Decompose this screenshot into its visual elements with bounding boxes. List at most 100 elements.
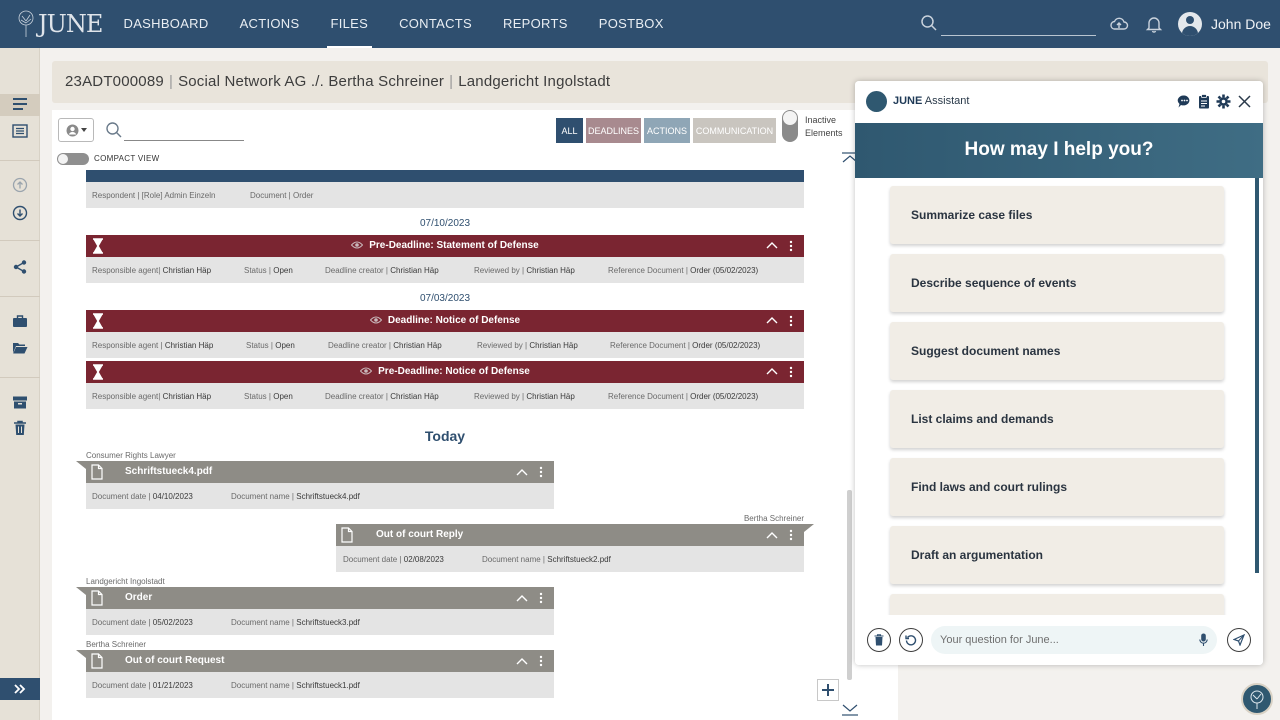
- separator: |: [168, 73, 174, 90]
- cloud-upload-icon[interactable]: [1109, 14, 1129, 34]
- logo-text: JUNE: [38, 10, 103, 38]
- timeline-scrollbar[interactable]: [847, 490, 852, 680]
- archive-box-icon[interactable]: [10, 392, 30, 412]
- more-vertical-icon[interactable]: [789, 315, 793, 327]
- nav-files[interactable]: FILES: [315, 0, 384, 48]
- suggestion-laws-rulings[interactable]: Find laws and court rulings: [890, 458, 1224, 516]
- global-search-input[interactable]: [941, 14, 1096, 34]
- meta-value: 01/21/2023: [152, 680, 193, 690]
- document-bar[interactable]: Schriftstueck4.pdf: [86, 461, 554, 483]
- eye-icon: [359, 367, 373, 375]
- document-author: Bertha Schreiner: [86, 640, 147, 649]
- assistant-title-text: Assistant: [924, 95, 970, 107]
- meta-label: Reference Document |: [610, 340, 690, 350]
- document-author: Bertha Schreiner: [743, 514, 804, 523]
- briefcase-icon[interactable]: [10, 311, 30, 331]
- clipboard-icon[interactable]: [1198, 94, 1210, 109]
- sidebar-expand-button[interactable]: [0, 678, 40, 700]
- case-court: Landgericht Ingolstadt: [458, 73, 611, 90]
- more-vertical-icon[interactable]: [539, 592, 543, 604]
- meta-value: Schriftstueck2.pdf: [547, 554, 611, 564]
- document-bar[interactable]: Out of court Reply: [336, 524, 804, 546]
- microphone-icon[interactable]: [1199, 633, 1208, 647]
- compact-view-label: COMPACT VIEW: [94, 154, 160, 163]
- menu-icon[interactable]: [10, 94, 30, 114]
- user-name[interactable]: John Doe: [1211, 16, 1271, 32]
- search-icon[interactable]: [920, 14, 938, 32]
- chevron-up-icon[interactable]: [516, 657, 528, 665]
- deadline-bar[interactable]: Deadline: Notice of Defense: [86, 310, 804, 332]
- list-view-icon[interactable]: [10, 121, 30, 141]
- document-bar[interactable]: Out of court Request: [86, 650, 554, 672]
- document-bar[interactable]: Order: [86, 587, 554, 609]
- add-item-button[interactable]: [817, 679, 839, 701]
- clear-chat-button[interactable]: [867, 628, 891, 652]
- more-vertical-icon[interactable]: [789, 529, 793, 541]
- nav-actions[interactable]: ACTIONS: [224, 0, 315, 48]
- meta-label: Reference Document |: [608, 391, 688, 401]
- action-bar-partial[interactable]: [86, 170, 804, 182]
- nav-contacts[interactable]: CONTACTS: [384, 0, 488, 48]
- deadline-bar[interactable]: Pre-Deadline: Notice of Defense: [86, 361, 804, 383]
- filter-deadlines-button[interactable]: DEADLINES: [586, 118, 641, 143]
- caret-down-icon: [80, 128, 87, 132]
- document-meta-row: Document date | 01/21/2023 Document name…: [86, 672, 554, 698]
- chevron-up-icon[interactable]: [516, 468, 528, 476]
- filter-communication-button[interactable]: COMMUNICATION: [693, 118, 776, 143]
- chevron-up-icon[interactable]: [766, 241, 778, 249]
- trash-icon: [874, 634, 884, 646]
- timeline-notch: [76, 650, 86, 658]
- share-icon[interactable]: [10, 257, 30, 277]
- meta-label: Responsible agent |: [92, 340, 163, 350]
- sidebar-divider: [0, 377, 40, 378]
- download-circle-icon[interactable]: [10, 203, 30, 223]
- suggestion-claims-demands[interactable]: List claims and demands: [890, 390, 1224, 448]
- meta-label: Document date |: [92, 617, 151, 627]
- eye-icon: [351, 241, 364, 249]
- compact-view-toggle[interactable]: [57, 153, 89, 165]
- suggestion-describe-sequence[interactable]: Describe sequence of events: [890, 254, 1224, 312]
- suggestion-partial[interactable]: [890, 594, 1224, 615]
- scroll-bottom-icon[interactable]: [841, 703, 859, 717]
- close-icon[interactable]: [1238, 95, 1251, 108]
- document-title: Out of court Request: [125, 655, 225, 666]
- june-logo[interactable]: JUNE: [16, 6, 103, 42]
- nav-postbox[interactable]: POSTBOX: [583, 0, 679, 48]
- user-avatar[interactable]: [1178, 12, 1202, 36]
- suggestion-document-names[interactable]: Suggest document names: [890, 322, 1224, 380]
- timeline-notch: [76, 587, 86, 595]
- chevron-up-icon[interactable]: [516, 594, 528, 602]
- case-title: 23ADT000089 | Social Network AG ./. Bertha…: [65, 73, 610, 90]
- deadline-meta-row: Responsible agent| Christian Häp Status …: [86, 383, 804, 409]
- assistant-question-input[interactable]: [940, 632, 1190, 648]
- filter-actions-button[interactable]: ACTIONS: [644, 118, 690, 143]
- send-button[interactable]: [1227, 628, 1251, 652]
- suggestion-draft-argumentation[interactable]: Draft an argumentation: [890, 526, 1224, 584]
- inactive-elements-toggle[interactable]: [782, 110, 798, 142]
- more-vertical-icon[interactable]: [789, 366, 793, 378]
- chevron-up-icon[interactable]: [766, 531, 778, 539]
- search-icon[interactable]: [105, 121, 123, 139]
- more-vertical-icon[interactable]: [539, 466, 543, 478]
- assistant-launcher-button[interactable]: [1241, 683, 1273, 715]
- upload-circle-icon[interactable]: [10, 175, 30, 195]
- nav-dashboard[interactable]: DASHBOARD: [108, 0, 224, 48]
- reset-chat-button[interactable]: [899, 628, 923, 652]
- chevron-up-icon[interactable]: [766, 316, 778, 324]
- suggestion-summarize-case-files[interactable]: Summarize case files: [890, 186, 1224, 244]
- trash-icon[interactable]: [10, 418, 30, 438]
- deadline-bar[interactable]: Pre-Deadline: Statement of Defense: [86, 235, 804, 257]
- meta-value: Schriftstueck3.pdf: [296, 617, 360, 627]
- more-vertical-icon[interactable]: [789, 240, 793, 252]
- bell-icon[interactable]: [1145, 14, 1163, 34]
- filter-all-button[interactable]: ALL: [556, 118, 583, 143]
- chat-bubble-icon[interactable]: [1177, 94, 1192, 109]
- chevron-up-icon[interactable]: [766, 367, 778, 375]
- gear-icon[interactable]: [1216, 94, 1231, 109]
- files-search-input[interactable]: [124, 121, 244, 139]
- user-filter-dropdown[interactable]: [58, 118, 94, 142]
- more-vertical-icon[interactable]: [539, 655, 543, 667]
- folder-open-icon[interactable]: [10, 338, 30, 358]
- nav-reports[interactable]: REPORTS: [488, 0, 584, 48]
- june-tree-icon: [1250, 690, 1264, 709]
